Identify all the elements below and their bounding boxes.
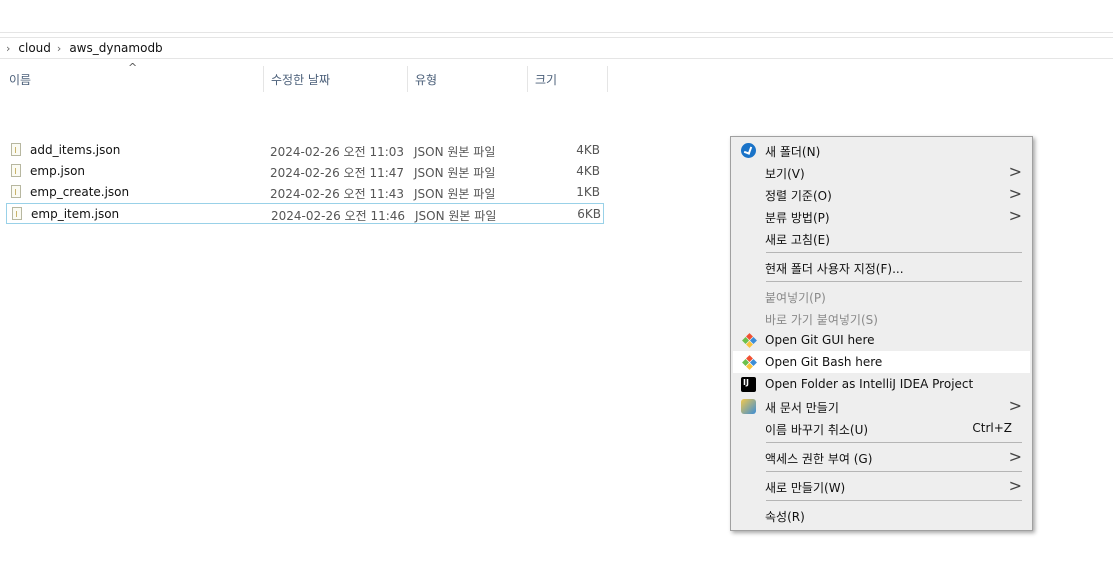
file-type: JSON 원본 파일	[414, 166, 496, 180]
menu-separator	[766, 252, 1022, 253]
crumb-separator-icon: ›	[6, 41, 11, 55]
submenu-arrow-icon: >	[1008, 476, 1022, 495]
column-header-type-label: 유형	[415, 72, 438, 87]
submenu-arrow-icon: >	[1008, 162, 1022, 181]
menu-item-label: 분류 방법(P)	[765, 211, 830, 225]
menu-item-label: 새로 고침(E)	[765, 233, 830, 247]
context-menu: 새 폴더(N) 보기(V) > 정렬 기준(O) > 분류 방법(P) > 새로…	[730, 136, 1033, 531]
submenu-arrow-icon: >	[1008, 447, 1022, 466]
menu-item-label: 현재 폴더 사용자 지정(F)...	[765, 262, 904, 276]
crumb-separator-icon: ›	[56, 41, 62, 55]
column-header-modified[interactable]: 수정한 날짜	[264, 66, 408, 92]
submenu-arrow-icon: >	[1008, 396, 1022, 415]
file-row-selected[interactable]: emp_item.json 2024-02-26 오전 11:46 JSON 원…	[6, 203, 604, 224]
git-icon	[742, 333, 757, 348]
breadcrumb[interactable]: › cloud › aws_dynamodb	[0, 37, 1113, 59]
file-date: 2024-02-26 오전 11:03	[270, 145, 405, 159]
menu-item-label: Open Folder as IntelliJ IDEA Project	[765, 377, 974, 391]
menu-item-new[interactable]: 새로 만들기(W) >	[733, 475, 1030, 497]
menu-separator	[766, 442, 1022, 443]
menu-item-give-access[interactable]: 액세스 권한 부여 (G) >	[733, 446, 1030, 468]
menu-item-paste-shortcut[interactable]: 바로 가기 붙여넣기(S)	[733, 307, 1030, 329]
file-date: 2024-02-26 오전 11:43	[270, 187, 405, 201]
file-type: JSON 원본 파일	[414, 187, 496, 201]
menu-item-refresh[interactable]: 새로 고침(E)	[733, 227, 1030, 249]
menu-item-label: 붙여넣기(P)	[765, 291, 826, 305]
file-row[interactable]: emp_create.json 2024-02-26 오전 11:43 JSON…	[6, 182, 604, 203]
menu-item-new-folder[interactable]: 새 폴더(N)	[733, 139, 1030, 161]
intellij-icon	[739, 375, 758, 394]
menu-item-label: 보기(V)	[765, 167, 805, 181]
menu-item-label: 속성(R)	[765, 510, 805, 524]
column-header-modified-label: 수정한 날짜	[271, 72, 331, 87]
top-area	[0, 0, 1113, 33]
menu-item-git-gui[interactable]: Open Git GUI here	[733, 329, 1030, 351]
file-name: add_items.json	[30, 143, 121, 157]
file-name: emp_create.json	[30, 185, 130, 199]
menu-item-label: 새로 만들기(W)	[765, 481, 846, 495]
file-type: JSON 원본 파일	[414, 145, 496, 159]
menu-item-undo-rename[interactable]: 이름 바꾸기 취소(U) Ctrl+Z	[733, 417, 1030, 439]
shortcut-label: Ctrl+Z	[972, 421, 1012, 435]
menu-item-properties[interactable]: 속성(R)	[733, 504, 1030, 526]
menu-item-view[interactable]: 보기(V) >	[733, 161, 1030, 183]
menu-item-label: 이름 바꾸기 취소(U)	[765, 423, 869, 437]
menu-item-label: 정렬 기준(O)	[765, 189, 832, 203]
file-date: 2024-02-26 오전 11:47	[270, 166, 405, 180]
breadcrumb-item-aws-dynamodb[interactable]: aws_dynamodb	[69, 41, 162, 55]
menu-separator	[766, 281, 1022, 282]
json-file-icon	[11, 185, 21, 198]
file-size: 6KB	[577, 207, 601, 221]
file-name: emp_item.json	[31, 207, 120, 221]
json-file-icon	[12, 207, 22, 220]
column-header-type[interactable]: 유형	[408, 66, 528, 92]
menu-item-git-bash[interactable]: Open Git Bash here	[733, 351, 1030, 373]
json-file-icon	[11, 143, 21, 156]
menu-item-group-by[interactable]: 분류 방법(P) >	[733, 205, 1030, 227]
menu-item-label: Open Git Bash here	[765, 355, 883, 369]
menu-item-customize-folder[interactable]: 현재 폴더 사용자 지정(F)...	[733, 256, 1030, 278]
file-size: 1KB	[576, 185, 600, 199]
breadcrumb-item-cloud[interactable]: cloud	[18, 41, 51, 55]
file-row[interactable]: emp.json 2024-02-26 오전 11:47 JSON 원본 파일 …	[6, 161, 604, 182]
submenu-arrow-icon: >	[1008, 206, 1022, 225]
menu-item-label: Open Git GUI here	[765, 333, 875, 347]
file-name: emp.json	[30, 164, 86, 178]
menu-item-sort-by[interactable]: 정렬 기준(O) >	[733, 183, 1030, 205]
json-file-icon	[11, 164, 21, 177]
column-header-size-label: 크기	[535, 72, 558, 87]
column-header-size[interactable]: 크기	[528, 66, 608, 92]
file-type: JSON 원본 파일	[415, 209, 497, 223]
file-size: 4KB	[576, 164, 600, 178]
new-folder-icon	[741, 143, 756, 158]
git-icon	[742, 355, 757, 370]
submenu-arrow-icon: >	[1008, 184, 1022, 203]
file-row[interactable]: add_items.json 2024-02-26 오전 11:03 JSON …	[6, 140, 604, 161]
menu-item-paste[interactable]: 붙여넣기(P)	[733, 285, 1030, 307]
file-date: 2024-02-26 오전 11:46	[271, 209, 406, 223]
menu-item-label: 바로 가기 붙여넣기(S)	[765, 313, 878, 327]
menu-item-new-document[interactable]: 새 문서 만들기 >	[733, 395, 1030, 417]
column-header-name[interactable]: 이름	[2, 66, 264, 92]
menu-item-label: 액세스 권한 부여 (G)	[765, 452, 873, 466]
menu-separator	[766, 500, 1022, 501]
new-document-icon	[741, 399, 756, 414]
menu-separator	[766, 471, 1022, 472]
menu-item-intellij[interactable]: Open Folder as IntelliJ IDEA Project	[733, 373, 1030, 395]
menu-item-label: 새 폴더(N)	[765, 145, 821, 159]
column-header-name-label: 이름	[9, 72, 32, 87]
file-size: 4KB	[576, 143, 600, 157]
menu-item-label: 새 문서 만들기	[765, 401, 839, 415]
